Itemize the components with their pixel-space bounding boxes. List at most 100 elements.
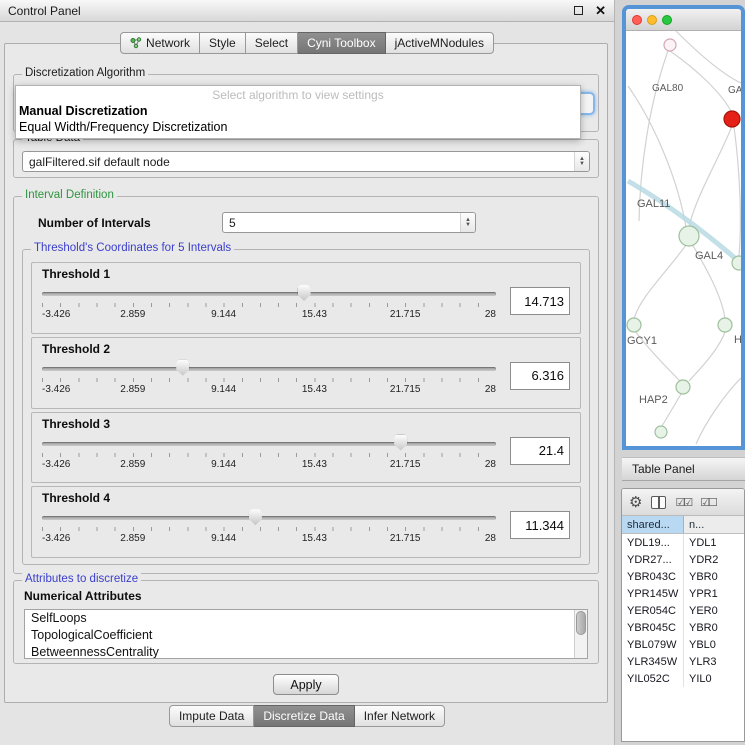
scale-label: -3.426 (42, 459, 70, 470)
column-header-shared-name[interactable]: shared... (622, 516, 684, 533)
scrollbar-thumb[interactable] (576, 611, 586, 635)
tab-cyni-toolbox[interactable]: Cyni Toolbox (298, 32, 385, 54)
close-traffic-light[interactable] (632, 15, 642, 25)
tab-select[interactable]: Select (246, 32, 298, 54)
slider-scale-labels: -3.4262.8599.14415.4321.71528 (42, 309, 496, 321)
slider-thumb[interactable] (176, 360, 189, 376)
table-row[interactable]: YBR045CYBR0 (622, 619, 744, 636)
numerical-attributes-list[interactable]: SelfLoopsTopologicalCoefficientBetweenne… (24, 609, 588, 659)
table-header-row: shared... n... (622, 516, 744, 534)
slider-scale-labels: -3.4262.8599.14415.4321.71528 (42, 533, 496, 545)
clear-selection-checkboxes-icon[interactable]: ☑☐ (700, 496, 716, 509)
node-label-ga: GA (728, 85, 741, 96)
network-node-pink[interactable] (664, 39, 676, 51)
attributes-group-label: Attributes to discretize (22, 573, 141, 585)
slider-track (42, 367, 496, 371)
table-row[interactable]: YBR043CYBR0 (622, 568, 744, 585)
threshold-2-label: Threshold 2 (42, 342, 570, 356)
menu-item-equal-width-frequency-discretization[interactable]: Equal Width/Frequency Discretization (16, 119, 580, 135)
table-row[interactable]: YLR345WYLR3 (622, 653, 744, 670)
attribute-item-selfloops[interactable]: SelfLoops (25, 610, 587, 627)
network-window-titlebar[interactable] (626, 9, 741, 31)
cyni-toolbox-panel: Discretization Algorithm Select algorith… (4, 43, 608, 703)
slider-tick-marks (42, 303, 496, 307)
table-row[interactable]: YIL052CYIL0 (622, 670, 744, 687)
minimize-traffic-light[interactable] (647, 15, 657, 25)
threshold-3-slider[interactable]: -3.4262.8599.14415.4321.71528 (42, 432, 496, 474)
threshold-1-value-field[interactable]: 14.713 (510, 287, 570, 315)
list-vertical-scrollbar[interactable] (574, 610, 587, 658)
table-row[interactable]: YDL19...YDL1 (622, 534, 744, 551)
gear-icon[interactable]: ⚙ (629, 495, 642, 510)
slider-thumb[interactable] (249, 509, 262, 525)
slider-thumb[interactable] (394, 435, 407, 451)
table-row[interactable]: YBL079WYBL0 (622, 636, 744, 653)
table-row[interactable]: YER054CYER0 (622, 602, 744, 619)
threshold-4-box: Threshold 4-3.4262.8599.14415.4321.71528… (31, 486, 581, 558)
threshold-1-slider[interactable]: -3.4262.8599.14415.4321.71528 (42, 282, 496, 324)
attribute-item-topologicalcoefficient[interactable]: TopologicalCoefficient (25, 627, 587, 644)
network-node-gcy1[interactable] (627, 318, 641, 332)
tab-style[interactable]: Style (200, 32, 246, 54)
table-data-combo[interactable]: galFiltered.sif default node ▲▼ (22, 151, 590, 172)
network-node-right-mid[interactable] (718, 318, 732, 332)
attributes-to-discretize-group: Attributes to discretize Numerical Attri… (13, 580, 599, 664)
scale-label: 9.144 (211, 459, 236, 470)
app-root: Control Panel ✕ NetworkStyleSelectCyni T… (0, 0, 745, 745)
threshold-4-slider[interactable]: -3.4262.8599.14415.4321.71528 (42, 506, 496, 548)
network-node-bottom[interactable] (655, 426, 667, 438)
threshold-2-value-field[interactable]: 6.316 (510, 362, 570, 390)
tab-network[interactable]: Network (120, 32, 200, 54)
node-label-gcy1: GCY1 (627, 335, 657, 347)
column-header-name[interactable]: n... (684, 516, 744, 533)
tab-jactivemnodules[interactable]: jActiveMNodules (386, 32, 494, 54)
right-region: GAL80GAGAL11GAL4GCY1HHAP2 Table Panel ⚙ … (615, 0, 745, 745)
scale-label: 2.859 (120, 533, 145, 544)
network-node-red[interactable] (724, 111, 740, 127)
combo-stepper-icon: ▲▼ (460, 213, 475, 232)
float-window-icon[interactable] (574, 6, 583, 15)
tab-impute-data[interactable]: Impute Data (169, 705, 254, 727)
table-row[interactable]: YPR145WYPR1 (622, 585, 744, 602)
cell-name: YLR3 (684, 653, 744, 670)
network-node-gal4[interactable] (679, 226, 699, 246)
cell-name: YDR2 (684, 551, 744, 568)
tab-infer-network[interactable]: Infer Network (355, 705, 445, 727)
threshold-3-row: -3.4262.8599.14415.4321.71528 21.4 (42, 432, 570, 474)
network-node-right-edge[interactable] (732, 256, 741, 270)
menu-item-manual-discretization[interactable]: Manual Discretization (16, 103, 580, 119)
cell-name: YDL1 (684, 534, 744, 551)
attribute-item-betweennesscentrality[interactable]: BetweennessCentrality (25, 644, 587, 659)
control-panel-titlebar[interactable]: Control Panel ✕ (0, 0, 614, 22)
threshold-1-row: -3.4262.8599.14415.4321.71528 14.713 (42, 282, 570, 324)
zoom-traffic-light[interactable] (662, 15, 672, 25)
scale-label: 15.43 (302, 384, 327, 395)
threshold-2-slider[interactable]: -3.4262.8599.14415.4321.71528 (42, 357, 496, 399)
window-title: Control Panel (8, 4, 81, 18)
algorithm-placeholder-option: Select algorithm to view settings (16, 86, 580, 103)
threshold-3-value-field[interactable]: 21.4 (510, 437, 570, 465)
apply-button[interactable]: Apply (273, 674, 339, 695)
threshold-3-label: Threshold 3 (42, 417, 570, 431)
slider-thumb[interactable] (298, 285, 311, 301)
tab-discretize-data[interactable]: Discretize Data (254, 705, 354, 727)
network-canvas[interactable]: GAL80GAGAL11GAL4GCY1HHAP2 (626, 31, 741, 444)
cell-shared-name: YBR043C (622, 568, 684, 585)
algorithm-dropdown-popup: Select algorithm to view settings Manual… (15, 85, 581, 139)
slider-scale-labels: -3.4262.8599.14415.4321.71528 (42, 459, 496, 471)
top-tab-bar: NetworkStyleSelectCyni ToolboxjActiveMNo… (0, 32, 614, 54)
cell-shared-name: YLR345W (622, 653, 684, 670)
table-toolbar: ⚙ ☑☑ ☑☐ (622, 489, 744, 516)
select-all-checkboxes-icon[interactable]: ☑☑ (675, 496, 691, 509)
network-node-hap2[interactable] (676, 380, 690, 394)
close-icon[interactable]: ✕ (595, 5, 606, 17)
table-panel-title: Table Panel (632, 462, 695, 476)
tab-label: Infer Network (364, 709, 435, 723)
column-selector-icon[interactable] (651, 496, 666, 509)
cell-shared-name: YDR27... (622, 551, 684, 568)
threshold-4-value-field[interactable]: 11.344 (510, 511, 570, 539)
table-body: YDL19...YDL1YDR27...YDR2YBR043CYBR0YPR14… (622, 534, 744, 687)
slider-tick-marks (42, 453, 496, 457)
table-row[interactable]: YDR27...YDR2 (622, 551, 744, 568)
number-of-intervals-combo[interactable]: 5 ▲▼ (222, 212, 476, 233)
